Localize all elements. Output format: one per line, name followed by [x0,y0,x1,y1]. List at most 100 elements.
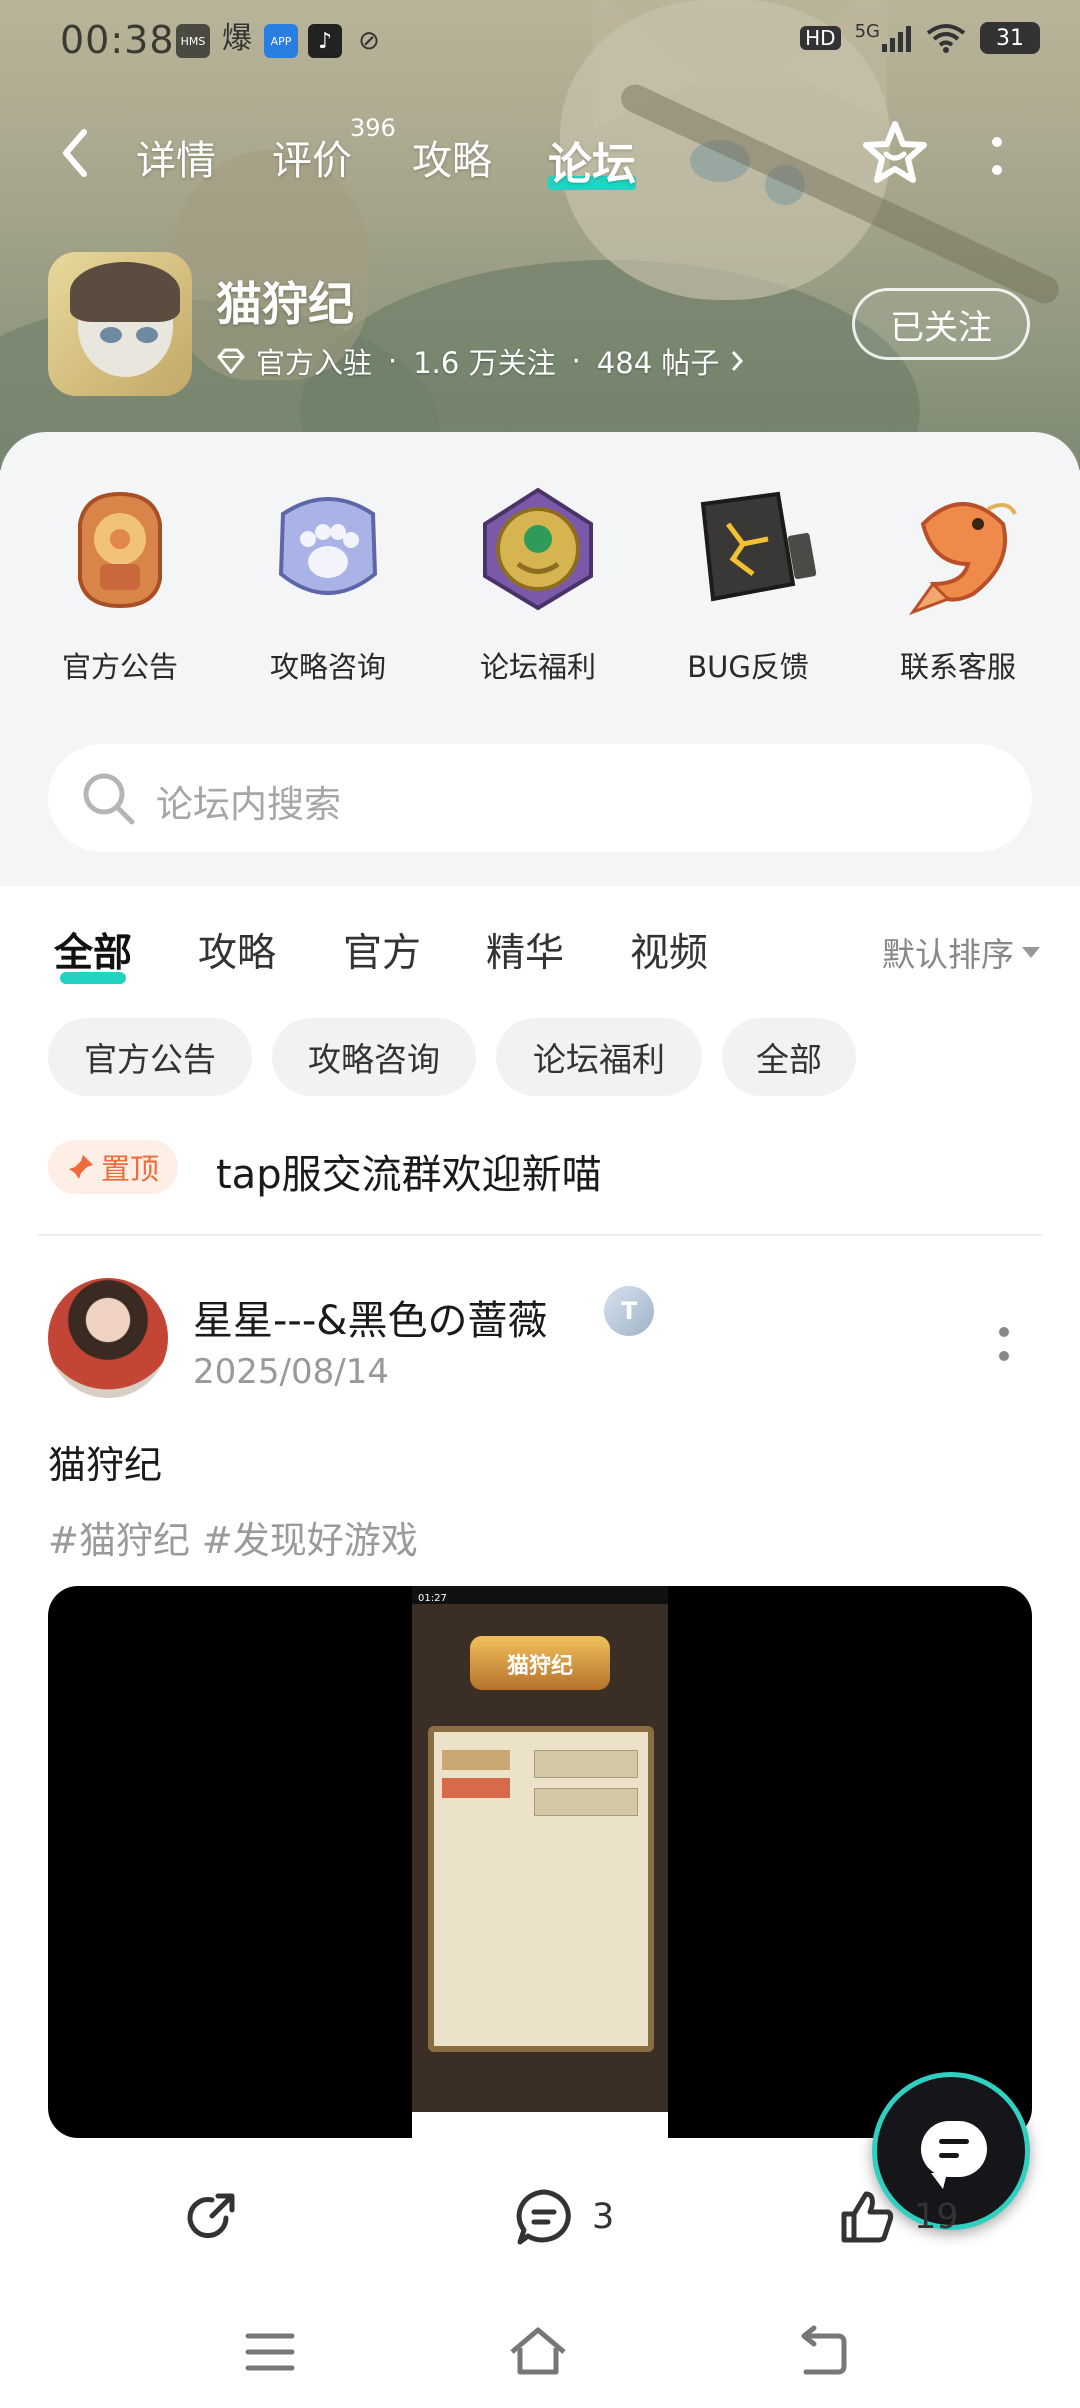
separator: · [388,344,398,378]
tiktok-icon: ♪ [308,24,342,58]
pinned-post[interactable]: 置顶 tap服交流群欢迎新喵 [48,1138,1048,1198]
category-announcements[interactable]: 官方公告 [30,484,210,686]
video-side-tab [442,1778,510,1798]
post-date: 2025/08/14 [193,1352,389,1392]
category-customer-service[interactable]: 联系客服 [868,484,1048,686]
search-icon [83,773,135,825]
category-label: BUG反馈 [687,650,809,684]
pinned-label: 置顶 [100,1152,159,1186]
back-arrow-icon[interactable] [60,128,90,178]
thumbs-up-icon [841,2191,894,2243]
back-icon[interactable] [792,2324,852,2380]
chevron-right-icon [732,351,744,371]
home-icon[interactable] [508,2324,568,2380]
post-more-icon[interactable] [996,1324,1012,1364]
filter-tab-official[interactable]: 官方 [343,922,421,978]
forum-search-bar[interactable]: 论坛内搜索 [48,744,1032,852]
koi-fish-icon [893,484,1023,616]
video-side-tab [442,1750,510,1770]
game-icon-eye [100,327,122,343]
comment-icon [516,2189,571,2245]
hms-icon: HMS [176,24,210,58]
followers-count: 1.6 万关注 [413,346,556,380]
user-level-badge: T [604,1286,654,1336]
like-button[interactable]: 19 [838,2188,959,2246]
menu-icon[interactable] [240,2324,300,2380]
hd-icon: HD [800,26,841,50]
video-nav-bar [412,2112,668,2138]
follow-button[interactable]: 已关注 [852,288,1030,360]
chat-bubble-icon [921,2121,987,2189]
share-button[interactable] [182,2188,240,2246]
sort-label: 默认排序 [882,935,1014,974]
filter-tab-guides[interactable]: 攻略 [198,922,276,978]
posts-count: 484 帖子 [596,346,720,380]
more-options-icon[interactable] [985,134,1009,180]
category-label: 联系客服 [899,650,1016,684]
post-header: 星星---&黑色の蔷薇 T 2025/08/14 [48,1278,1048,1398]
video-game-logo-text: 猫狩纪 [506,1654,573,1679]
video-status-bar: 01:27 [412,1586,668,1604]
paw-badge-icon [263,484,393,614]
pinned-badge: 置顶 [48,1140,178,1194]
status-bar: 00:38 HMS 爆 APP ♪ ⊘ HD 5G 31 [0,0,1080,80]
pinned-title: tap服交流群欢迎新喵 [216,1152,602,1198]
video-game-logo: 猫狩纪 [470,1636,610,1690]
game-info: 猫狩纪 官方入驻 · 1.6 万关注 · 484 帖子 已关注 [0,250,1080,400]
chip-all[interactable]: 全部 [722,1018,856,1096]
network-label: 5G [854,21,880,42]
category-bug-report[interactable]: BUG反馈 [658,484,838,686]
sub-category-chips: 官方公告 攻略咨询 论坛福利 全部 [0,1018,1080,1098]
video-time: 01:27 [418,1593,447,1604]
post-author[interactable]: 星星---&黑色の蔷薇 [193,1288,548,1346]
bao-icon: 爆 [222,21,252,56]
avatar[interactable] [48,1278,168,1398]
post-filter-tabs: 全部 攻略 官方 精华 视频 默认排序 [0,900,1080,990]
wifi-icon [926,24,966,53]
review-count-badge: 396 [350,114,396,142]
status-right: HD 5G 31 [800,21,1040,54]
comment-button[interactable]: 3 [514,2188,614,2246]
app-store-icon: APP [264,24,298,58]
diamond-icon [217,348,245,374]
video-server-row [534,1788,638,1816]
chip-announcements[interactable]: 官方公告 [48,1018,252,1096]
game-stats[interactable]: 官方入驻 · 1.6 万关注 · 484 帖子 [216,340,745,382]
comment-count: 3 [592,2197,615,2237]
tab-details[interactable]: 详情 [136,128,216,186]
tab-guides[interactable]: 攻略 [412,128,492,186]
official-label: 官方入驻 [256,346,373,380]
game-icon-eye [136,327,158,343]
pin-icon [68,1155,93,1179]
chip-guide-consult[interactable]: 攻略咨询 [272,1018,476,1096]
status-time: 00:38 [60,18,175,62]
post-actions: 3 19 [0,2180,1080,2260]
post-title[interactable]: 猫狩纪 [48,1434,162,1489]
like-count: 19 [914,2197,959,2237]
filter-tab-featured[interactable]: 精华 [486,922,564,978]
filter-tab-all[interactable]: 全部 [54,922,132,984]
video-phone-screen: 01:27 猫狩纪 [412,1586,668,2138]
system-nav-bar [0,2300,1080,2408]
sort-dropdown[interactable]: 默认排序 [882,928,1040,976]
tab-forum[interactable]: 论坛 [548,128,636,192]
video-server-row [534,1750,638,1778]
divider [38,1234,1042,1236]
search-input[interactable]: 论坛内搜索 [156,774,341,828]
post-tags[interactable]: #猫狩纪 #发现好游戏 [48,1510,418,1564]
filter-tab-video[interactable]: 视频 [630,922,708,978]
favorite-star-icon[interactable] [860,118,930,188]
post-video[interactable]: 01:27 猫狩纪 [48,1586,1032,2138]
announcement-badge-icon [55,484,185,614]
category-forum-benefits[interactable]: 论坛福利 [448,484,628,686]
game-icon-hair [70,262,180,322]
tab-reviews[interactable]: 评价 [272,128,352,186]
game-icon[interactable] [48,252,192,396]
separator: · [571,344,581,378]
cracked-stone-icon [683,484,817,614]
category-guide-consult[interactable]: 攻略咨询 [238,484,418,686]
video-server-board [428,1726,654,2052]
top-nav: 详情 评价 396 攻略 论坛 [0,110,1080,200]
forum-category-panel: 官方公告 攻略咨询 论坛福利 BUG反馈 联系客服 论坛内搜索 [0,432,1080,886]
chip-forum-benefits[interactable]: 论坛福利 [496,1018,702,1096]
